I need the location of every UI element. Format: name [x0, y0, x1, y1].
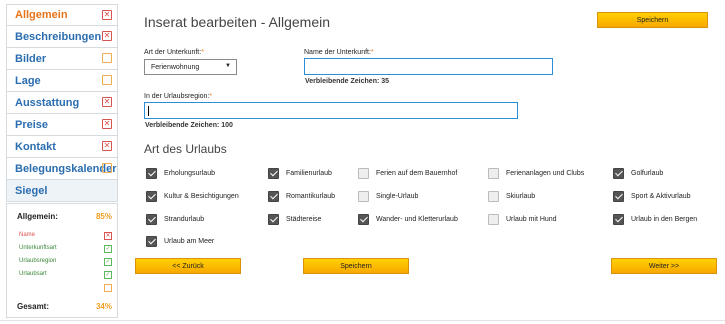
completion-status-panel: Allgemein: 85% Name ✕ Unterkunftsart ✓ U…: [6, 203, 118, 318]
checkbox-unchecked[interactable]: [488, 191, 499, 202]
checkbox-label[interactable]: Single-Urlaub: [376, 193, 418, 200]
sidebar-item-lage[interactable]: Lage: [6, 70, 118, 92]
checkbox-label[interactable]: Familienurlaub: [286, 170, 332, 177]
checkbox-label[interactable]: Romantikurlaub: [286, 193, 335, 200]
checkbox-checked[interactable]: [268, 214, 279, 225]
status-item-urlaubsart[interactable]: Urlaubsart: [19, 271, 47, 277]
sidebar-item-label: Allgemein: [15, 9, 68, 21]
status-heading: Allgemein:: [17, 212, 58, 221]
checkbox-unchecked[interactable]: [488, 168, 499, 179]
status-total-label: Gesamt:: [17, 302, 50, 311]
checkbox-checked[interactable]: [146, 236, 157, 247]
footer-divider: [0, 320, 725, 321]
pending-icon: [102, 163, 112, 173]
unterkunft-select-value: Ferienwohnung: [151, 63, 200, 71]
section-title-urlaubsart: Art des Urlaubs: [144, 142, 227, 156]
region-remaining-chars: Verbleibende Zeichen: 100: [145, 122, 233, 129]
sidebar-item-ausstattung[interactable]: Ausstattung ✕: [6, 92, 118, 114]
sidebar-item-bilder[interactable]: Bilder: [6, 48, 118, 70]
checkbox-label[interactable]: Erholungsurlaub: [164, 170, 215, 177]
sidebar-item-allgemein[interactable]: Allgemein ✕: [6, 4, 118, 26]
status-heading-percent: 85%: [95, 212, 112, 221]
checkbox-checked[interactable]: [146, 168, 157, 179]
caret-down-icon: ▼: [225, 63, 231, 69]
check-icon: ✓: [104, 245, 112, 253]
pending-icon: [102, 53, 112, 63]
sidebar-item-preise[interactable]: Preise ✕: [6, 114, 118, 136]
status-item-name[interactable]: Name: [19, 232, 35, 238]
checkbox-checked[interactable]: [613, 214, 624, 225]
checkbox-label[interactable]: Urlaub in den Bergen: [631, 216, 697, 223]
text-cursor: [148, 106, 149, 116]
pending-icon: [102, 75, 112, 85]
error-icon: ✕: [102, 31, 112, 41]
sidebar-nav: Allgemein ✕ Beschreibungen ✕ Bilder Lage…: [6, 4, 118, 202]
save-button-top[interactable]: Speichern: [597, 12, 708, 28]
sidebar-item-label: Lage: [15, 74, 41, 87]
checkbox-checked[interactable]: [613, 168, 624, 179]
error-icon: ✕: [102, 141, 112, 151]
checkbox-checked[interactable]: [358, 214, 369, 225]
checkbox-label[interactable]: Urlaub am Meer: [164, 238, 214, 245]
name-label: Name der Unterkunft:*: [304, 49, 374, 56]
checkbox-label[interactable]: Urlaub mit Hund: [506, 216, 557, 223]
checkbox-checked[interactable]: [146, 214, 157, 225]
checkbox-checked[interactable]: [613, 191, 624, 202]
checkbox-checked[interactable]: [146, 191, 157, 202]
checkbox-label[interactable]: Ferienanlagen und Clubs: [506, 170, 584, 177]
back-button[interactable]: << Zurück: [135, 258, 241, 274]
checkbox-checked[interactable]: [268, 168, 279, 179]
sidebar-item-label: Ausstattung: [15, 96, 80, 109]
check-icon: ✓: [104, 271, 112, 279]
status-item-urlaubsregion[interactable]: Urlaubsregion: [19, 258, 56, 264]
status-total-percent: 34%: [95, 302, 112, 311]
checkbox-label[interactable]: Golfurlaub: [631, 170, 663, 177]
error-icon: ✕: [102, 119, 112, 129]
region-label: In der Urlaubsregion:*: [144, 93, 213, 100]
checkbox-label[interactable]: Kultur & Besichtigungen: [164, 193, 239, 200]
name-input[interactable]: [304, 58, 553, 75]
sidebar-item-label: Preise: [15, 118, 49, 131]
checkbox-label[interactable]: Strandurlaub: [164, 216, 204, 223]
checkbox-label[interactable]: Wander- und Kletterurlaub: [376, 216, 458, 223]
error-icon: ✕: [104, 232, 112, 240]
checkbox-label[interactable]: Sport & Aktivurlaub: [631, 193, 691, 200]
checkbox-label[interactable]: Städtereise: [286, 216, 321, 223]
checkbox-unchecked[interactable]: [358, 168, 369, 179]
checkbox-label[interactable]: Ferien auf dem Bauernhof: [376, 170, 457, 177]
pending-icon: [104, 284, 112, 292]
sidebar-item-label: Bilder: [15, 52, 47, 65]
sidebar-item-label: Beschreibungen: [15, 30, 102, 43]
error-icon: ✕: [102, 97, 112, 107]
checkbox-unchecked[interactable]: [488, 214, 499, 225]
sidebar-item-label: Kontakt: [15, 140, 56, 153]
status-item-unterkunftsart[interactable]: Unterkunftsart: [19, 245, 57, 251]
save-button-bottom[interactable]: Speichern: [303, 258, 409, 274]
sidebar-item-siegel[interactable]: Siegel: [6, 180, 118, 202]
sidebar-item-belegungskalender[interactable]: Belegungskalender: [6, 158, 118, 180]
name-remaining-chars: Verbleibende Zeichen: 35: [305, 78, 390, 85]
sidebar-item-label: Siegel: [15, 184, 48, 197]
checkbox-checked[interactable]: [268, 191, 279, 202]
page-title: Inserat bearbeiten - Allgemein: [144, 14, 330, 30]
region-input[interactable]: [144, 102, 518, 119]
next-button[interactable]: Weiter >>: [611, 258, 717, 274]
sidebar-item-beschreibungen[interactable]: Beschreibungen ✕: [6, 26, 118, 48]
checkbox-label[interactable]: Skiurlaub: [506, 193, 535, 200]
sidebar-item-kontakt[interactable]: Kontakt ✕: [6, 136, 118, 158]
error-icon: ✕: [102, 10, 112, 20]
unterkunft-select[interactable]: Ferienwohnung ▼: [144, 59, 237, 75]
check-icon: ✓: [104, 258, 112, 266]
checkbox-unchecked[interactable]: [358, 191, 369, 202]
unterkunft-label: Art der Unterkunft:*: [144, 49, 204, 56]
